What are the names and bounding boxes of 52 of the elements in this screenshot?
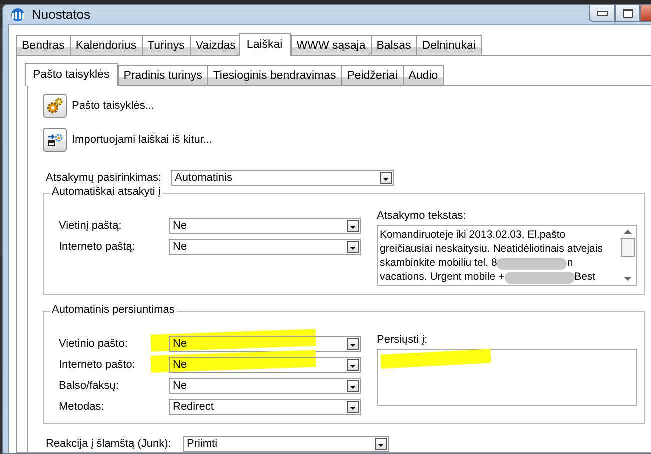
dropdown[interactable]: Ne — [169, 357, 361, 373]
field-label: Interneto paštą: — [59, 241, 136, 253]
gears-icon — [47, 98, 63, 114]
reply-text-line: Komandiruoteje iki 2013.02.03. El.pašto — [380, 228, 566, 242]
field-label: Vietinį paštą: — [59, 220, 123, 232]
dropdown[interactable]: Priimti — [183, 436, 389, 452]
tab[interactable]: Pradinis turinys — [118, 65, 208, 85]
rules-button[interactable] — [43, 94, 67, 118]
reply-text-area[interactable]: Komandiruoteje iki 2013.02.03. El.pašto greičiausiai neskaitysiu. Neatidėliotinais atvejais skambinkite mobiliu tel. 8 n vacations. Urgent mobile + Best — [377, 225, 637, 286]
tab[interactable]: WWW sąsaja — [290, 35, 372, 55]
field-label: Interneto pašto: — [59, 359, 136, 371]
tab[interactable]: Vaizdas — [190, 35, 242, 55]
dropdown[interactable]: Ne — [169, 218, 361, 234]
tab[interactable]: Balsas — [370, 35, 418, 55]
redaction-mark — [504, 272, 575, 284]
field-label: Balso/faksų: — [59, 380, 120, 392]
reply-text-line: Best — [574, 270, 596, 284]
reply-text-line: vacations. Urgent mobile + — [380, 270, 505, 284]
tab[interactable]: Laiškai — [238, 33, 291, 56]
field-label: Reakcija į šlamštą (Junk): — [46, 438, 172, 450]
import-button[interactable] — [43, 128, 67, 152]
dropdown[interactable]: Ne — [169, 378, 361, 394]
forward-to-field[interactable] — [377, 349, 637, 406]
action-link[interactable]: Importuojami laiškai iš kitur... — [72, 134, 213, 146]
reply-text-line: n — [567, 256, 574, 270]
tab[interactable]: Pašto taisyklės — [25, 63, 118, 86]
tab[interactable]: Peidžeriai — [341, 65, 404, 85]
group-title: Automatiškai atsakyti į — [50, 186, 163, 198]
reply-text-line: greičiausiai neskaitysiu. Neatidėliotinais atvejais — [380, 242, 603, 256]
field-label: Metodas: — [59, 401, 106, 413]
redaction-mark — [497, 258, 568, 270]
minimize-button[interactable] — [589, 4, 615, 22]
tab[interactable]: Turinys — [142, 35, 191, 55]
field-label: Vietinio pašto: — [59, 338, 129, 350]
group-title: Automatinis persiuntimas — [50, 304, 177, 316]
field-label: Persiųsti į: — [377, 334, 429, 346]
import-icon — [47, 132, 63, 148]
reply-text-line: skambinkite mobiliu tel. 8 — [380, 256, 498, 270]
tab[interactable]: Tiesioginis bendravimas — [207, 65, 342, 85]
action-link[interactable]: Pašto taisyklės... — [72, 100, 155, 112]
maximize-button[interactable] — [615, 4, 640, 22]
dropdown[interactable]: Ne — [169, 239, 361, 255]
dropdown[interactable]: Redirect — [169, 399, 361, 415]
field-label: Atsakymų pasirinkimas: — [46, 172, 163, 184]
field-label: Atsakymo tekstas: — [377, 210, 468, 222]
dropdown[interactable]: Automatinis — [171, 170, 394, 186]
tab[interactable]: Kalendorius — [70, 35, 143, 55]
people-icon — [9, 8, 27, 22]
tab[interactable]: Delninukai — [416, 35, 482, 55]
tab[interactable]: Audio — [402, 65, 444, 85]
tab[interactable]: Bendras — [16, 35, 71, 55]
window-title: Nuostatos — [32, 7, 91, 22]
